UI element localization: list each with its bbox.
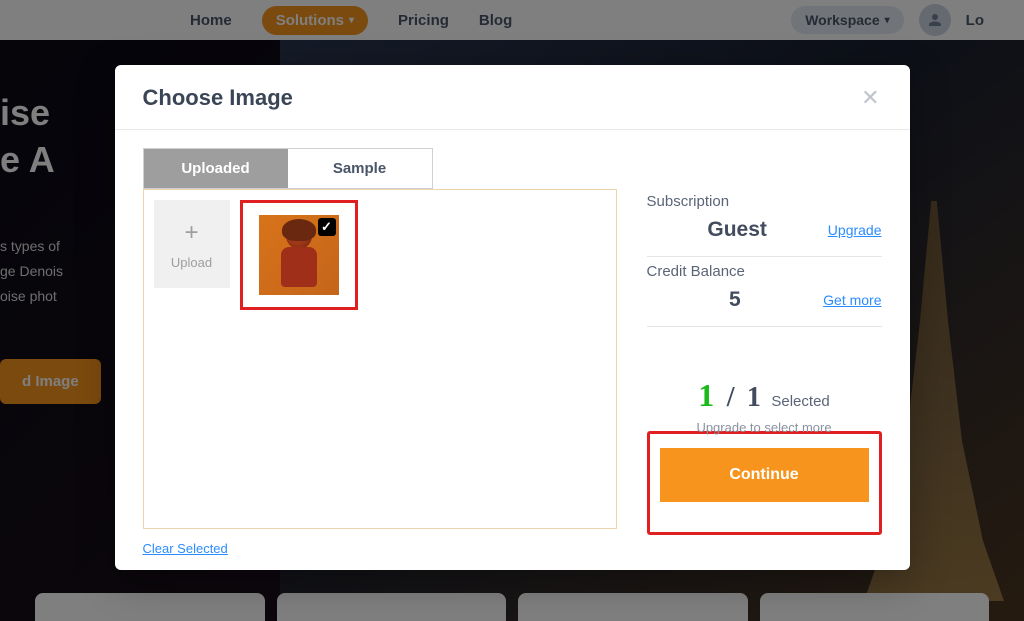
selected-count: 1 bbox=[698, 377, 714, 413]
image-grid: + Upload ✓ bbox=[143, 189, 617, 529]
subscription-value: Guest bbox=[647, 218, 828, 242]
image-thumbnail[interactable]: ✓ bbox=[259, 215, 339, 295]
close-icon[interactable]: ✕ bbox=[861, 85, 879, 111]
get-more-link[interactable]: Get more bbox=[823, 292, 881, 308]
tab-sample[interactable]: Sample bbox=[288, 149, 432, 188]
clear-selected-link[interactable]: Clear Selected bbox=[143, 541, 228, 556]
selected-label: Selected bbox=[771, 393, 829, 410]
selected-total: 1 bbox=[747, 382, 761, 413]
credit-value: 5 bbox=[647, 288, 824, 312]
upload-label: Upload bbox=[171, 255, 212, 270]
continue-highlight: Continue bbox=[647, 431, 882, 535]
thumbnail-highlight: ✓ bbox=[240, 200, 358, 310]
choose-image-modal: Choose Image ✕ Uploaded Sample + Upload bbox=[115, 65, 910, 570]
plus-icon: + bbox=[184, 219, 198, 247]
selected-counter: 1 / 1 Selected bbox=[647, 377, 882, 414]
tab-uploaded[interactable]: Uploaded bbox=[144, 149, 288, 188]
credit-label: Credit Balance bbox=[647, 263, 882, 280]
modal-title: Choose Image bbox=[143, 85, 293, 111]
upload-tile[interactable]: + Upload bbox=[154, 200, 230, 288]
image-tabs: Uploaded Sample bbox=[143, 148, 433, 189]
info-panel: Subscription Guest Upgrade Credit Balanc… bbox=[647, 148, 882, 558]
check-icon: ✓ bbox=[318, 218, 336, 236]
modal-backdrop: Choose Image ✕ Uploaded Sample + Upload bbox=[0, 0, 1024, 621]
upgrade-link[interactable]: Upgrade bbox=[828, 222, 882, 238]
subscription-label: Subscription bbox=[647, 193, 882, 210]
continue-button[interactable]: Continue bbox=[660, 448, 869, 502]
